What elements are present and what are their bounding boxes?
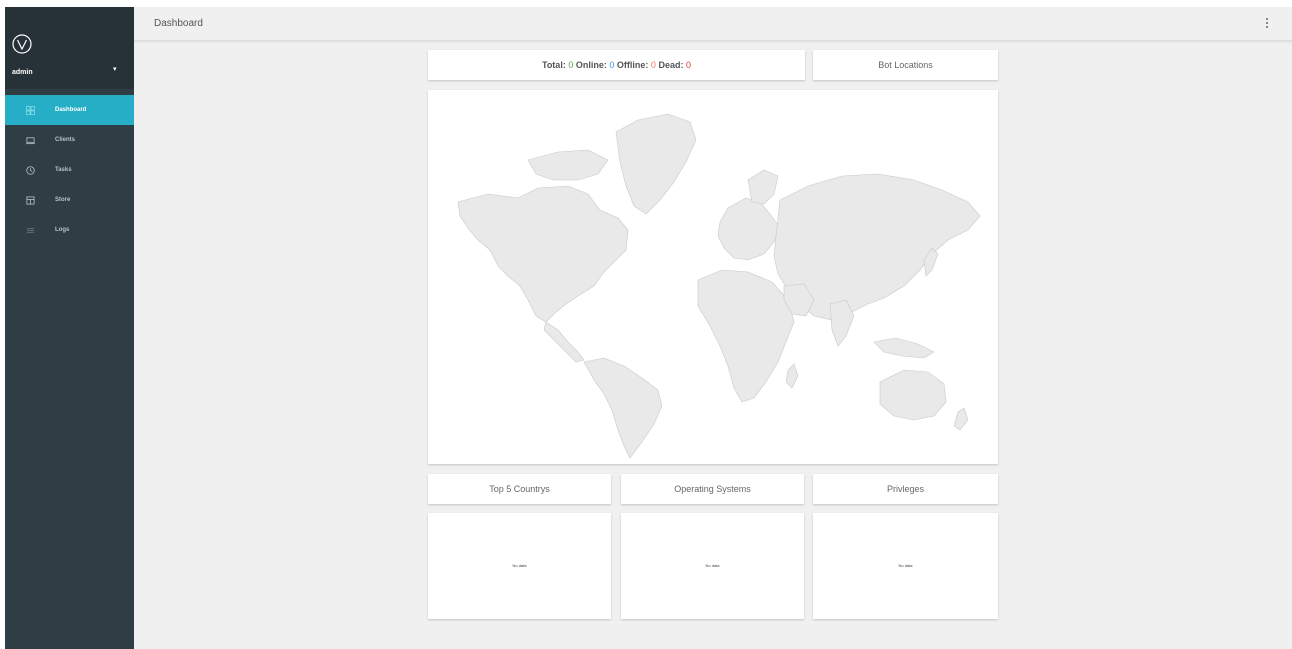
no-data-label: No data [705,563,720,568]
top-countries-label: Top 5 Countrys [489,484,550,494]
offline-label: Offline: [616,60,649,70]
top-countries-title: Top 5 Countrys [428,474,611,504]
sidebar-item-label: Logs [55,227,70,233]
top-bar: Dashboard [134,7,1292,41]
offline-count: 0 [650,60,656,70]
central-america [543,321,585,363]
sidebar-item-label: Tasks [55,167,72,173]
no-data-label: No data [512,563,527,568]
dashboard-icon [5,105,55,115]
indonesia [873,337,935,359]
africa [697,269,795,403]
privileges-label: Privleges [886,484,924,494]
sidebar-item-label: Store [55,197,71,203]
operating-systems-label: Operating Systems [674,484,751,494]
total-label: Total: [541,60,566,70]
caret-down-icon[interactable]: ▾ [113,65,117,73]
app-window: admin ▾ Dashboard Clients Tasks Store Lo… [5,7,1292,649]
laptop-icon [5,136,55,145]
australia [879,369,947,421]
world-map[interactable] [428,90,998,464]
world-map-svg[interactable] [428,90,998,464]
sidebar-item-label: Dashboard [55,107,87,113]
bot-stats-card: Total: 0 Online: 0 Offline: 0 Dead: 0 [428,50,805,80]
sidebar-item-tasks[interactable]: Tasks [5,155,134,185]
sidebar-item-logs[interactable]: Logs [5,215,134,245]
operating-systems-chart: No data [621,513,804,619]
clock-icon [5,165,55,175]
sidebar-item-clients[interactable]: Clients [5,125,134,155]
no-data-label: No data [898,563,913,568]
online-count: 0 [609,60,615,70]
store-icon [5,195,55,205]
logo-icon [12,34,32,54]
bot-locations-label: Bot Locations [878,60,933,70]
list-icon [5,226,55,235]
sidebar-item-dashboard[interactable]: Dashboard [5,95,134,125]
sidebar-header: admin ▾ [5,7,134,89]
new-zealand [953,407,969,431]
madagascar [785,363,799,389]
operating-systems-title: Operating Systems [621,474,804,504]
user-name[interactable]: admin [12,69,33,76]
bot-locations-title: Bot Locations [813,50,998,80]
top-countries-chart: No data [428,513,611,619]
north-america [457,185,629,323]
sidebar-nav: Dashboard Clients Tasks Store Logs [5,89,134,245]
online-label: Online: [575,60,607,70]
more-vert-icon[interactable] [1264,16,1270,30]
greenland [615,113,697,215]
sidebar: admin ▾ Dashboard Clients Tasks Store Lo… [5,7,134,649]
privileges-chart: No data [813,513,998,619]
europe [717,197,781,261]
scandinavia [747,169,779,205]
sidebar-item-label: Clients [55,137,76,143]
total-count: 0 [568,60,574,70]
page-title: Dashboard [154,18,203,29]
dead-count: 0 [685,60,691,70]
south-america [583,357,663,459]
privileges-title: Privleges [813,474,998,504]
canada-islands [527,149,609,181]
sidebar-item-store[interactable]: Store [5,185,134,215]
dead-label: Dead: [658,60,684,70]
